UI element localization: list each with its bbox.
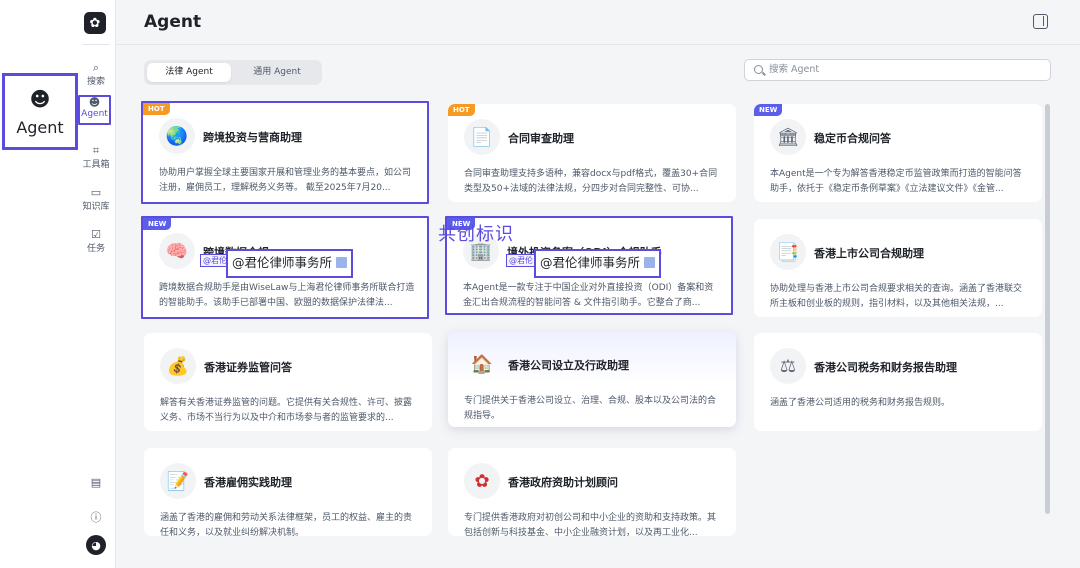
card-description: 跨境数据合规助手是由WiseLaw与上海君伦律师事务所联合打造的智能助手。该助手…: [159, 283, 415, 308]
new-badge: NEW: [754, 104, 783, 116]
agent-card[interactable]: 📑 香港上市公司合规助理 协助处理与香港上市公司合规要求相关的查询。涵盖了香港联…: [754, 219, 1042, 317]
contract-check-icon: 📄: [464, 119, 500, 155]
globe-icon: 🌏: [159, 118, 195, 154]
callout-label: Agent: [16, 118, 64, 137]
new-badge: NEW: [143, 218, 172, 230]
hot-badge: HOT: [143, 103, 170, 115]
rail-item-tasks[interactable]: ☑ 任务: [76, 228, 116, 255]
main-area: Agent 法律 Agent 通用 Agent 搜索 Agent HOT 🌏 跨…: [116, 0, 1080, 568]
card-description: 协助处理与香港上市公司合规要求相关的查询。涵盖了香港联交所主板和创业板的规则，指…: [770, 284, 1023, 309]
collapse-panel-icon[interactable]: [1033, 14, 1048, 29]
contract-pen-icon: 📝: [160, 463, 196, 499]
agent-card[interactable]: 💰 香港证券监管问答 解答有关香港证券监管的问题。它提供有关合规性、许可、披露义…: [144, 333, 432, 431]
card-title: 香港公司税务和财务报告助理: [814, 361, 957, 374]
card-description: 本Agent是一款专注于中国企业对外直接投资（ODI）备案和资金汇出合规流程的智…: [463, 283, 714, 308]
card-title: 跨境投资与营商助理: [203, 131, 302, 144]
card-title: 香港公司设立及行政助理: [508, 359, 629, 372]
app-window: ✿ ⌕ 搜索 ☻ Agent ⌗ 工具箱 ▭ 知识库 ☑ 任务 ▤ ⓘ ◕ ☻ …: [0, 0, 1080, 568]
agent-card[interactable]: 🏠 香港公司设立及行政助理 专门提供关于香港公司设立、治理、合规、股本以及公司法…: [448, 331, 736, 427]
co-creation-tag-text: @君伦律师事务所: [540, 255, 641, 270]
data-brain-icon: 🧠: [159, 233, 195, 269]
document-icon: 📑: [770, 234, 806, 270]
agent-type-tabs: 法律 Agent 通用 Agent: [144, 60, 322, 85]
page-title: Agent: [144, 12, 202, 32]
hk-flag-icon: ✿: [464, 463, 500, 499]
folder-icon: ▭: [90, 186, 102, 199]
tab-legal-agent[interactable]: 法律 Agent: [147, 63, 231, 82]
bank-coin-icon: 🏛: [770, 119, 806, 155]
avatar[interactable]: ◕: [86, 535, 106, 555]
rail-divider: [82, 44, 110, 45]
rail-item-knowledge[interactable]: ▭ 知识库: [76, 186, 116, 213]
search-input[interactable]: 搜索 Agent: [744, 59, 1051, 81]
card-description: 协助用户掌握全球主要国家开展和管理业务的基本要点，如公司注册，雇佣员工，理解税务…: [159, 168, 412, 193]
search-icon: [754, 65, 763, 74]
calendar-icon[interactable]: ▤: [76, 476, 116, 489]
co-creation-annotation: 共创标识: [438, 224, 514, 245]
card-description: 涵盖了香港的雇佣和劳动关系法律框架，员工的权益、雇主的责任和义务，以及就业纠纷解…: [160, 513, 413, 536]
agent-icon: ☻: [88, 96, 101, 109]
card-description: 专门提供关于香港公司设立、治理、合规、股本以及公司法的合规指导。: [464, 396, 717, 421]
search-icon: ⌕: [92, 61, 100, 74]
card-title: 香港上市公司合规助理: [814, 247, 924, 260]
agent-card[interactable]: 📝 香港雇佣实践助理 涵盖了香港的雇佣和劳动关系法律框架，员工的权益、雇主的责任…: [144, 448, 432, 536]
co-creation-tag: @君伦律师事务所: [226, 249, 354, 278]
card-description: 本Agent是一个专为解答香港稳定币监管政策而打造的智能问答助手，依托于《稳定币…: [770, 169, 1022, 194]
rail-item-label: 知识库: [82, 202, 110, 212]
tab-general-agent[interactable]: 通用 Agent: [236, 63, 318, 82]
co-creation-tag-text: @君伦律师事务所: [232, 255, 333, 270]
card-title: 香港政府资助计划顾问: [508, 476, 618, 489]
rail-item-label: Agent: [81, 109, 108, 119]
co-creation-tag: @君伦律师事务所: [534, 249, 662, 278]
card-title: 合同审查助理: [508, 132, 574, 145]
rail-item-label: 工具箱: [82, 160, 110, 170]
card-title: 香港雇佣实践助理: [204, 476, 292, 489]
rail-item-search[interactable]: ⌕ 搜索: [76, 61, 116, 88]
agent-card[interactable]: NEW 🏛 稳定币合规问答 本Agent是一个专为解答香港稳定币监管政策而打造的…: [754, 104, 1042, 202]
scrollbar[interactable]: [1045, 104, 1050, 514]
card-description: 合同审查助理支持多语种，兼容docx与pdf格式，覆盖30+合同类型及50+法域…: [464, 169, 718, 194]
agent-callout: ☻ Agent: [2, 73, 78, 150]
verified-icon: [644, 257, 656, 268]
agent-card[interactable]: HOT 📄 合同审查助理 合同审查助理支持多语种，兼容docx与pdf格式，覆盖…: [448, 104, 736, 202]
help-icon[interactable]: ⓘ: [76, 509, 116, 525]
app-logo-icon[interactable]: ✿: [84, 12, 106, 34]
card-description: 专门提供香港政府对初创公司和中小企业的资助和支持政策。其包括创新与科技基金、中小…: [464, 513, 717, 536]
verified-icon: [336, 257, 348, 268]
left-rail: ✿ ⌕ 搜索 ☻ Agent ⌗ 工具箱 ▭ 知识库 ☑ 任务 ▤ ⓘ ◕: [76, 0, 116, 568]
checkbox-icon: ☑: [91, 228, 101, 241]
money-bag-icon: 💰: [160, 348, 196, 384]
co-creation-tag-small: @君伦: [506, 254, 536, 267]
rail-item-agent[interactable]: ☻ Agent: [78, 95, 111, 125]
hot-badge: HOT: [448, 104, 475, 116]
scales-icon: ⚖: [770, 348, 806, 384]
agent-card[interactable]: HOT 🌏 跨境投资与营商助理 协助用户掌握全球主要国家开展和管理业务的基本要点…: [141, 101, 429, 204]
page-header: Agent: [116, 0, 1080, 45]
house-icon: 🏠: [470, 353, 494, 375]
card-title: 稳定币合规问答: [814, 132, 891, 145]
search-placeholder: 搜索 Agent: [769, 64, 820, 75]
rail-item-label: 搜索: [86, 77, 105, 87]
rail-item-label: 任务: [86, 244, 105, 254]
card-title: 香港证券监管问答: [204, 361, 292, 374]
agent-card[interactable]: ✿ 香港政府资助计划顾问 专门提供香港政府对初创公司和中小企业的资助和支持政策。…: [448, 448, 736, 536]
agent-card[interactable]: ⚖ 香港公司税务和财务报告助理 涵盖了香港公司适用的税务和财务报告规则。: [754, 333, 1042, 431]
rail-item-toolbox[interactable]: ⌗ 工具箱: [76, 144, 116, 171]
agent-icon: ☻: [29, 87, 51, 111]
card-description: 涵盖了香港公司适用的税务和财务报告规则。: [770, 398, 951, 408]
toolbox-icon: ⌗: [92, 144, 100, 157]
card-description: 解答有关香港证券监管的问题。它提供有关合规性、许可、披露义务、市场不当行为以及中…: [160, 398, 413, 423]
